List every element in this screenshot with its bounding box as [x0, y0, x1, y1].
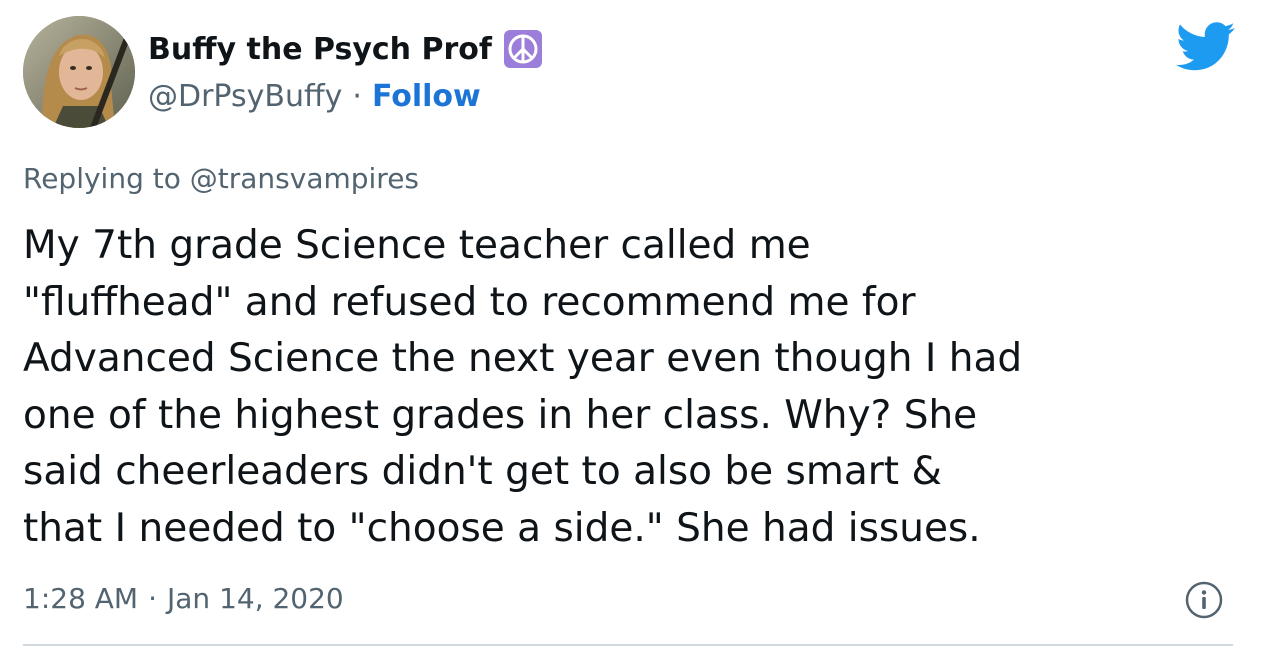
peace-symbol-emoji [503, 30, 542, 68]
tweet-text-line: "fluffhead" and refused to recommend me … [23, 279, 916, 325]
info-icon[interactable] [1184, 580, 1224, 620]
author-handle[interactable]: @DrPsyBuffy [148, 79, 342, 114]
separator-dot: · [352, 78, 362, 114]
tweet-date[interactable]: Jan 14, 2020 [167, 582, 344, 615]
tweet-text-line: that I needed to "choose a side." She ha… [23, 505, 981, 551]
tweet-card: Buffy the Psych Prof @DrPsyBuffy · Follo… [0, 0, 1262, 664]
avatar-photo [23, 16, 135, 128]
tweet-text-line: My 7th grade Science teacher called me [23, 223, 811, 268]
tweet-timestamp: 1:28 AM · Jan 14, 2020 [23, 578, 344, 618]
follow-button[interactable]: Follow [372, 79, 481, 114]
replying-to-prefix: Replying to [23, 162, 181, 195]
author-display-name[interactable]: Buffy the Psych Prof [148, 32, 492, 67]
reply-mention-link[interactable]: @transvampires [190, 162, 419, 195]
twitter-bird-icon[interactable] [1176, 22, 1236, 72]
tweet-text-line: said cheerleaders didn't get to also be … [23, 449, 942, 494]
avatar[interactable] [23, 16, 135, 128]
divider [23, 644, 1233, 646]
tweet-time[interactable]: 1:28 AM [23, 582, 138, 615]
author-handle-row: @DrPsyBuffy · Follow [148, 76, 481, 116]
tweet-text-line: Advanced Science the next year even thou… [23, 336, 1023, 381]
peace-icon [508, 34, 538, 64]
tweet-text-line: one of the highest grades in her class. … [23, 392, 978, 438]
tweet-text: My 7th grade Science teacher called me "… [23, 218, 1248, 557]
author-name-row: Buffy the Psych Prof [148, 26, 542, 72]
replying-to: Replying to @transvampires [23, 162, 419, 195]
separator-dot: · [148, 581, 157, 615]
